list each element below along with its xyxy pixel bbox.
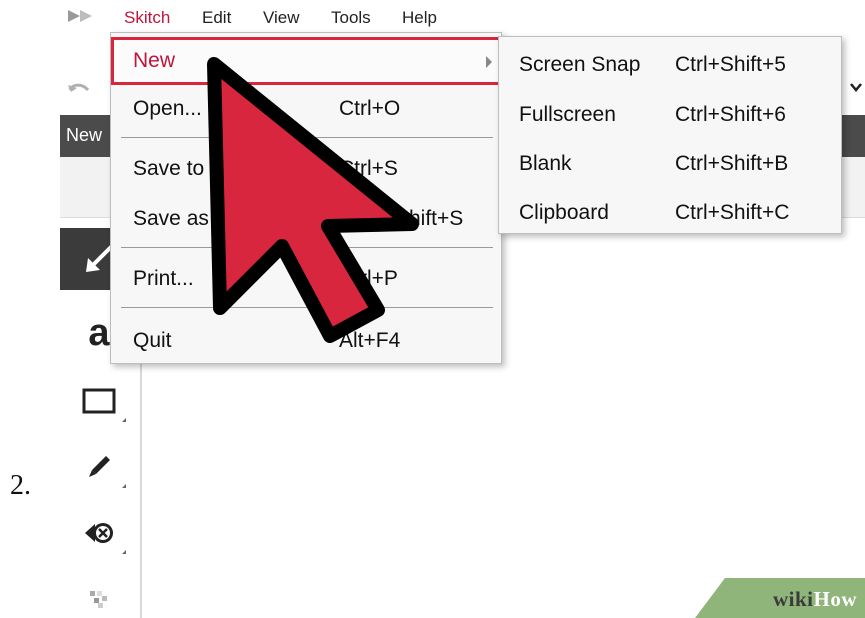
tool-options-corner <box>122 550 126 554</box>
submenu-item-clipboard[interactable]: Clipboard Ctrl+Shift+C <box>499 191 841 239</box>
tutorial-image: 2. Skitch Edit View Tools Help New a New… <box>0 0 865 618</box>
tool-options-corner <box>122 484 126 488</box>
menu-help[interactable]: Help <box>402 8 437 28</box>
menu-item-label: Clipboard <box>519 201 609 224</box>
menu-item-label: Fullscreen <box>519 103 616 126</box>
stamp-tool-icon <box>85 523 113 543</box>
menu-item-shortcut: Ctrl+Shift+B <box>675 152 789 175</box>
step-number: 2. <box>10 470 31 501</box>
chevron-down-icon[interactable] <box>849 80 863 94</box>
submenu-item-fullscreen[interactable]: Fullscreen Ctrl+Shift+6 <box>499 93 841 141</box>
menu-item-label: Print... <box>133 267 194 290</box>
menu-item-label: New <box>133 49 176 72</box>
tool-options-corner <box>122 418 126 422</box>
menu-tools[interactable]: Tools <box>331 8 371 28</box>
skitch-logo-icon <box>68 10 92 22</box>
wikihow-watermark: wikiHow <box>772 587 857 611</box>
new-submenu: Screen Snap Ctrl+Shift+5 Fullscreen Ctrl… <box>498 36 842 234</box>
marker-tool-icon <box>89 456 110 477</box>
menu-item-label: Blank <box>519 152 572 175</box>
rectangle-tool-icon <box>82 388 116 414</box>
menu-bar: Skitch Edit View Tools Help <box>60 0 865 34</box>
pointer-cursor-icon <box>207 57 419 343</box>
submenu-item-screen-snap[interactable]: Screen Snap Ctrl+Shift+5 <box>499 43 841 91</box>
menu-item-shortcut: Ctrl+Shift+6 <box>675 103 786 126</box>
menu-item-shortcut: Ctrl+Shift+5 <box>675 53 786 76</box>
menu-item-label: Quit <box>133 329 172 352</box>
menu-edit[interactable]: Edit <box>202 8 231 28</box>
stamp-tool[interactable] <box>60 502 138 564</box>
pixelate-tool[interactable] <box>60 568 138 618</box>
menu-item-shortcut: Ctrl+Shift+C <box>675 201 790 224</box>
tab-new[interactable]: New <box>66 125 102 146</box>
menu-item-label: Screen Snap <box>519 53 641 76</box>
menu-view[interactable]: View <box>263 8 300 28</box>
menu-skitch[interactable]: Skitch <box>124 8 170 28</box>
rectangle-tool[interactable] <box>60 370 138 432</box>
marker-tool[interactable] <box>60 436 138 498</box>
submenu-item-blank[interactable]: Blank Ctrl+Shift+B <box>499 142 841 190</box>
undo-icon[interactable] <box>66 80 92 100</box>
pixelate-tool-icon <box>90 591 107 608</box>
text-tool-icon: a <box>88 311 110 354</box>
